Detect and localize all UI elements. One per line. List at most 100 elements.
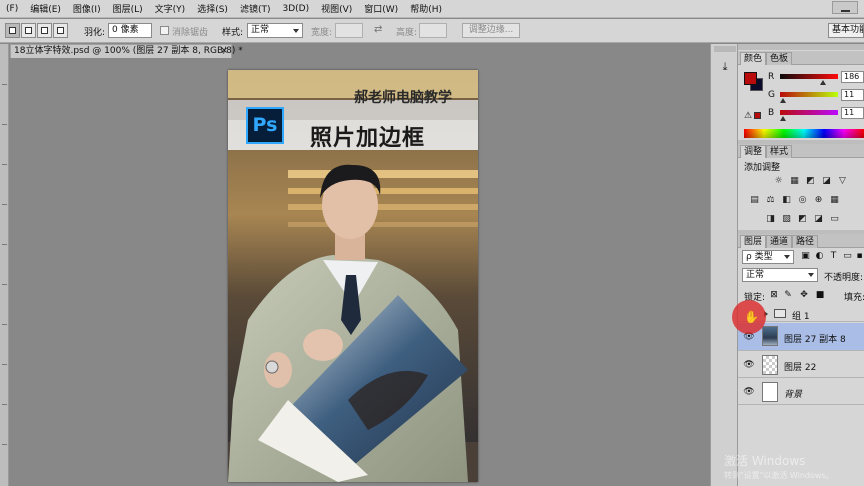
ruler-mark	[2, 164, 7, 165]
lock-icon[interactable]: ■	[815, 290, 825, 300]
photo-filter-icon[interactable]: ◎	[797, 195, 808, 206]
slider-thumb-icon[interactable]	[780, 116, 786, 121]
brightness-icon[interactable]: ☼	[773, 176, 784, 187]
right-panels: 颜色 色板 R 186 G 11 ⚠ B 11 调整 样式 添加调整 ☼ ▦ ◩…	[738, 44, 864, 486]
shape-filter-icon[interactable]: ▭	[842, 251, 853, 262]
workspace-button[interactable]: 基本功能	[828, 23, 864, 38]
collapse-handle[interactable]	[738, 44, 864, 50]
tab-adjustments[interactable]: 调整	[740, 145, 767, 158]
blue-slider[interactable]	[780, 110, 838, 115]
menu-edit[interactable]: 编辑(E)	[24, 2, 67, 15]
style-select[interactable]: 正常	[247, 23, 303, 38]
red-value-input[interactable]: 186	[841, 71, 864, 83]
black-white-icon[interactable]: ◧	[781, 195, 792, 206]
menu-select[interactable]: 选择(S)	[191, 2, 234, 15]
tab-swatches[interactable]: 色板	[766, 52, 793, 65]
document-tab[interactable]: 18立体字特效.psd @ 100% (图层 27 副本 8, RGB/8) *…	[10, 44, 243, 58]
hue-saturation-icon[interactable]: ▤	[749, 195, 760, 206]
subtract-selection-button[interactable]	[37, 23, 52, 38]
threshold-icon[interactable]: ◩	[797, 214, 808, 225]
swap-icon[interactable]: ⇄	[374, 24, 382, 35]
foreground-color-swatch[interactable]	[744, 72, 757, 85]
feather-input[interactable]: 0 像素	[108, 23, 152, 38]
gradient-map-icon[interactable]: ▭	[829, 214, 840, 225]
layer-filter-value: ρ 类型	[746, 252, 773, 262]
menu-3d[interactable]: 3D(D)	[276, 4, 315, 14]
tab-paths[interactable]: 路径	[792, 235, 819, 248]
photoshop-logo-icon: Ps	[246, 107, 284, 144]
menu-file[interactable]: (F)	[0, 4, 24, 14]
tab-channels[interactable]: 通道	[766, 235, 793, 248]
smart-object-filter-icon[interactable]: ▪	[854, 251, 864, 262]
canvas-title: 照片加边框	[310, 125, 426, 151]
collapse-handle[interactable]	[714, 46, 736, 52]
add-adjustment-label: 添加调整	[744, 163, 781, 173]
ruler-mark	[2, 204, 7, 205]
document-title: 18立体字特效.psd @ 100% (图层 27 副本 8, RGB/8) *	[14, 46, 243, 56]
feather-label: 羽化:	[84, 28, 106, 38]
panel-icon-column: ⤓	[710, 44, 738, 486]
close-icon[interactable]: ×	[220, 45, 228, 58]
warning-icon[interactable]: ⚠	[744, 111, 752, 121]
eye-icon[interactable]: 👁	[742, 385, 756, 399]
menu-filter[interactable]: 滤镜(T)	[234, 2, 277, 15]
eye-icon[interactable]: 👁	[742, 358, 756, 372]
layer-thumbnail	[762, 326, 778, 346]
type-filter-icon[interactable]: T	[828, 251, 839, 262]
new-selection-icon	[9, 27, 16, 34]
antialias-checkbox[interactable]	[160, 26, 169, 35]
tab-layers[interactable]: 图层	[740, 235, 767, 248]
add-selection-button[interactable]	[21, 23, 36, 38]
curves-icon[interactable]: ◩	[805, 176, 816, 187]
blue-value-input[interactable]: 11	[841, 107, 864, 119]
intersect-selection-button[interactable]	[53, 23, 68, 38]
options-bar: 羽化: 0 像素 消除锯齿 样式: 正常 宽度: ⇄ 高度: 调整边缘... 基…	[0, 19, 864, 43]
blend-mode-value: 正常	[746, 270, 765, 280]
height-input[interactable]	[419, 23, 447, 38]
lock-image-icon[interactable]: ✎	[783, 290, 793, 300]
ruler-mark	[2, 444, 7, 445]
color-balance-icon[interactable]: ⚖	[765, 195, 776, 206]
layer-row[interactable]: 👁 图层 22	[738, 352, 864, 378]
pixel-filter-icon[interactable]: ▣	[800, 251, 811, 262]
menu-layer[interactable]: 图层(L)	[107, 2, 149, 15]
selective-color-icon[interactable]: ◪	[813, 214, 824, 225]
red-channel-label: R	[768, 72, 775, 82]
menu-view[interactable]: 视图(V)	[315, 2, 358, 15]
slider-thumb-icon[interactable]	[780, 98, 786, 103]
invert-icon[interactable]: ◨	[765, 214, 776, 225]
levels-icon[interactable]: ▦	[789, 176, 800, 187]
minimize-button[interactable]	[832, 1, 858, 14]
menu-type[interactable]: 文字(Y)	[149, 2, 192, 15]
red-slider[interactable]	[780, 74, 838, 79]
canvas-image[interactable]: Ps 郝老师电脑教学 照片加边框	[228, 70, 478, 482]
tab-styles[interactable]: 样式	[766, 145, 793, 158]
green-value-input[interactable]: 11	[841, 89, 864, 101]
menu-window[interactable]: 窗口(W)	[358, 2, 404, 15]
posterize-icon[interactable]: ▨	[781, 214, 792, 225]
adjustment-filter-icon[interactable]: ◐	[814, 251, 825, 262]
menu-image[interactable]: 图像(I)	[67, 2, 107, 15]
gamut-swatch[interactable]	[754, 112, 761, 119]
layer-row-background[interactable]: 👁 背景	[738, 379, 864, 405]
blue-channel-label: B	[768, 108, 775, 118]
layer-name: 组 1	[792, 312, 810, 322]
tools-panel-edge	[0, 44, 9, 486]
channel-mixer-icon[interactable]: ⊕	[813, 195, 824, 206]
refine-edge-button[interactable]: 调整边缘...	[462, 23, 520, 38]
layer-filter-select[interactable]: ρ 类型	[742, 250, 794, 264]
history-icon[interactable]: ⤓	[718, 60, 732, 74]
width-input[interactable]	[335, 23, 363, 38]
menu-help[interactable]: 帮助(H)	[404, 2, 448, 15]
vibrance-icon[interactable]: ▽	[837, 176, 848, 187]
exposure-icon[interactable]: ◪	[821, 176, 832, 187]
green-slider[interactable]	[780, 92, 838, 97]
color-lookup-icon[interactable]: ▦	[829, 195, 840, 206]
tab-color[interactable]: 颜色	[740, 52, 767, 65]
slider-thumb-icon[interactable]	[820, 80, 826, 85]
chevron-down-icon	[808, 273, 814, 277]
new-selection-button[interactable]	[5, 23, 20, 38]
lock-transparent-icon[interactable]: ⊠	[769, 290, 779, 300]
blend-mode-select[interactable]: 正常	[742, 268, 818, 282]
lock-position-icon[interactable]: ✥	[799, 290, 809, 300]
